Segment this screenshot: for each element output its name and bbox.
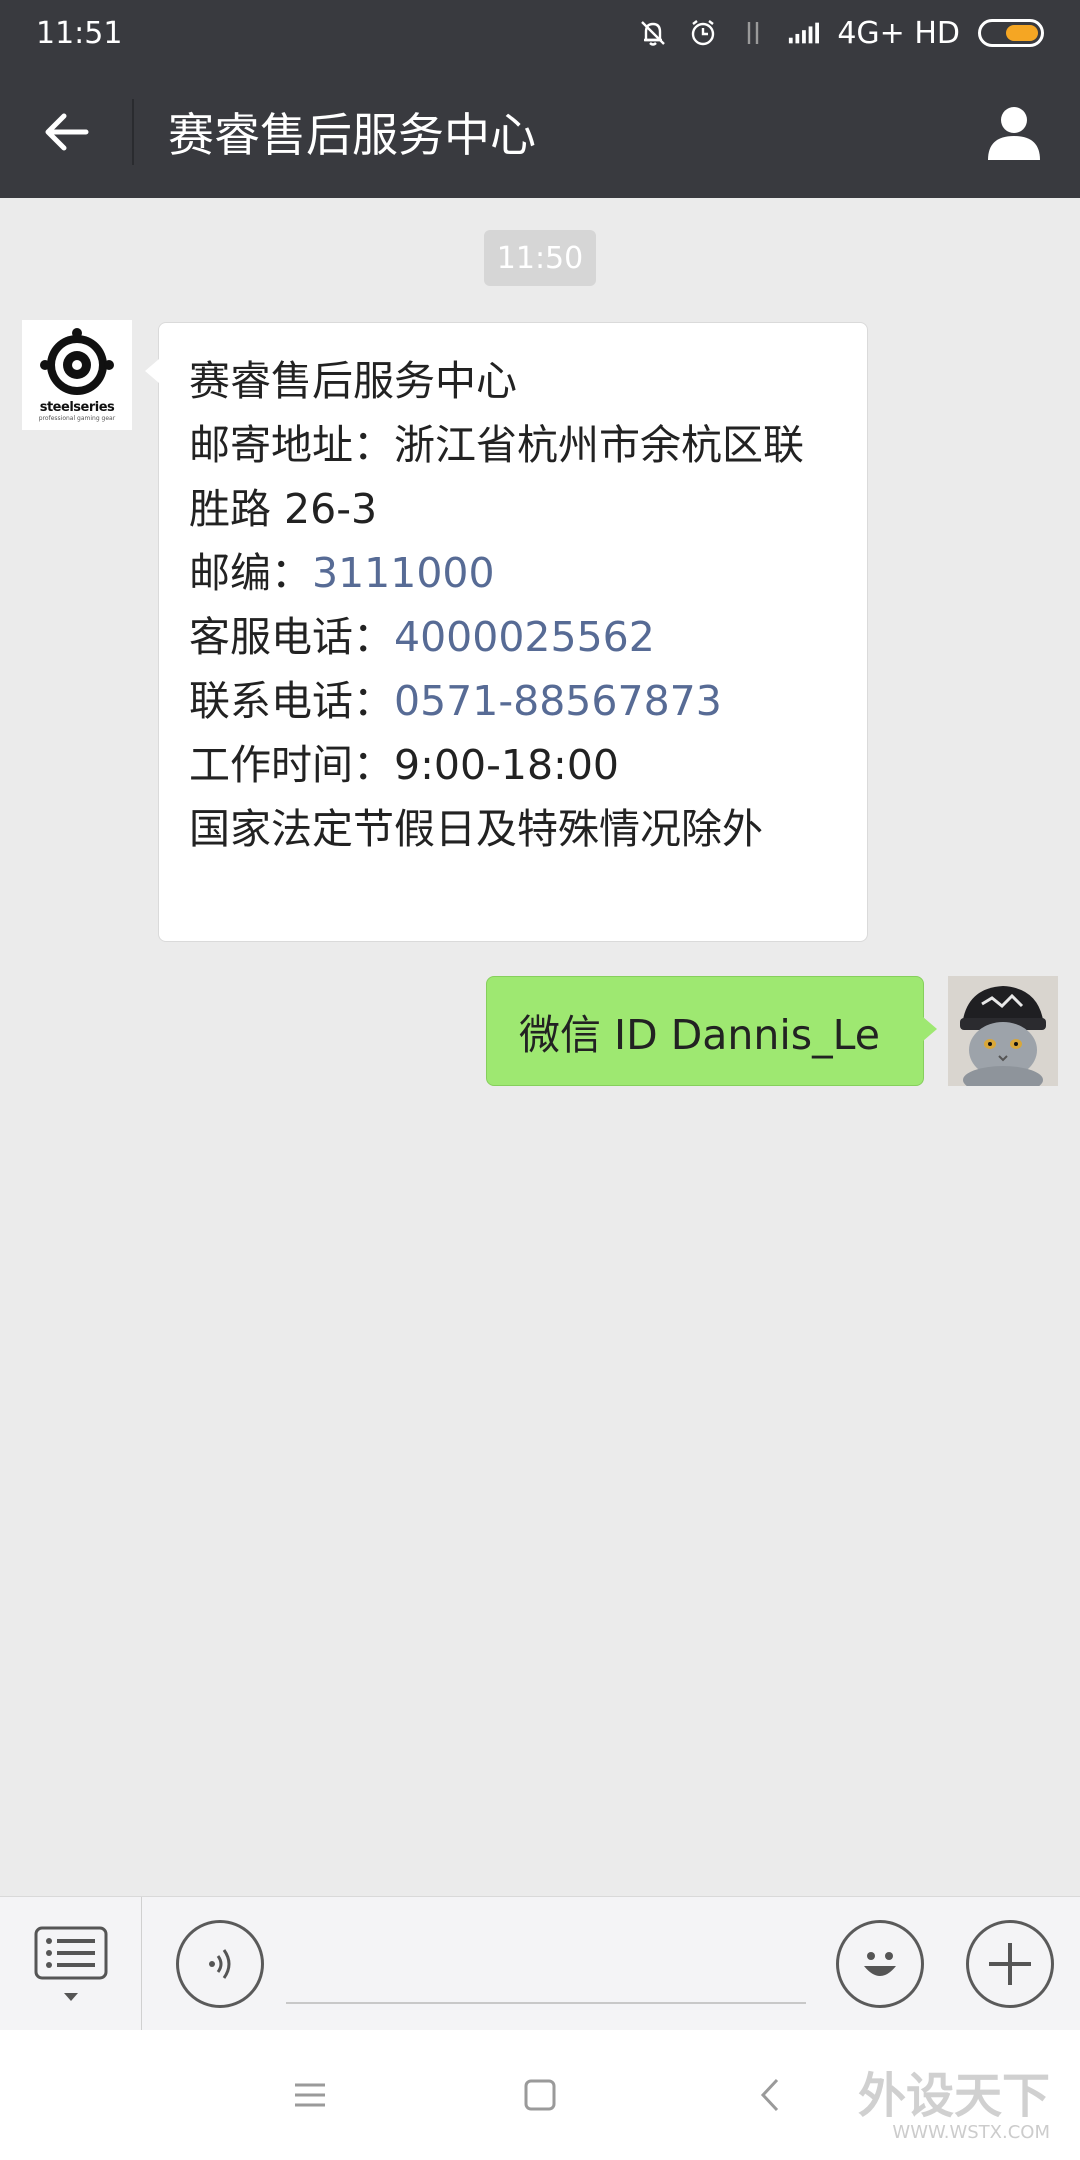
voice-button[interactable] (176, 1919, 264, 2008)
status-bar: 11:51 4G+ HD (0, 0, 1080, 66)
emoji-button[interactable] (836, 1919, 924, 2008)
input-bar (0, 1896, 1080, 2031)
message-timestamp: 11:50 (484, 230, 596, 286)
battery-icon (978, 19, 1044, 47)
chevron-down-icon (63, 1992, 78, 2001)
outgoing-message-bubble[interactable]: 微信 ID Dannis_Le (486, 976, 937, 1086)
message-line-address: 邮寄地址：浙江省杭州市余杭区联胜路 26-3 (189, 421, 804, 533)
back-button[interactable] (0, 66, 132, 198)
chat-area[interactable]: 11:50 steelseries professional gaming ge… (0, 198, 1080, 1896)
message-line-contact-phone: 联系电话：0571-88567873 (189, 677, 722, 725)
message-input[interactable] (286, 1919, 806, 2008)
home-button[interactable] (425, 2030, 655, 2160)
service-phone-link[interactable]: 4000025562 (394, 613, 655, 661)
recent-apps-button[interactable] (195, 2030, 425, 2160)
plus-icon (989, 1942, 1031, 1985)
menu-toggle-button[interactable] (0, 1896, 142, 2031)
nav-back-button[interactable] (655, 2030, 885, 2160)
alarm-icon (687, 17, 719, 49)
person-icon (988, 107, 1040, 160)
mute-bell-icon (637, 17, 669, 49)
steelseries-logo-icon (40, 328, 114, 395)
user-avatar[interactable] (948, 976, 1058, 1086)
status-time: 11:51 (36, 15, 123, 51)
back-icon (760, 2078, 779, 2112)
brand-subtext: professional gaming gear (38, 415, 116, 422)
message-line-name: 赛睿售后服务中心 (189, 357, 517, 405)
watermark-sub: WWW.WSTX.COM (892, 2122, 1050, 2143)
message-input-wrapper (286, 1919, 806, 2008)
home-icon (524, 2079, 556, 2111)
title-bar: 赛睿售后服务中心 (0, 66, 1080, 198)
watermark: 外设天下 (857, 2068, 1050, 2124)
menu-icon (295, 2083, 325, 2107)
profile-button[interactable] (948, 66, 1080, 198)
outgoing-message-text: 微信 ID Dannis_Le (519, 1011, 880, 1059)
zip-link[interactable]: 3111000 (312, 549, 495, 597)
emoji-icon (864, 1951, 896, 1976)
message-line-service-phone: 客服电话：4000025562 (189, 613, 655, 661)
message-line-zip: 邮编：3111000 (189, 549, 495, 597)
network-label: 4G+ HD (837, 15, 960, 51)
voice-icon (209, 1948, 231, 1979)
back-arrow-icon (45, 113, 89, 151)
status-icons: 4G+ HD (637, 16, 1044, 51)
sender-avatar[interactable]: steelseries professional gaming gear (22, 320, 132, 430)
message-line-note: 国家法定节假日及特殊情况除外 (189, 805, 763, 853)
data-arrows-icon (737, 17, 769, 49)
page-title: 赛睿售后服务中心 (168, 108, 536, 162)
contact-phone-link[interactable]: 0571-88567873 (394, 677, 722, 725)
title-divider (132, 99, 134, 165)
cat-avatar-icon (948, 976, 1058, 1086)
signal-icon (787, 17, 820, 49)
brand-text: steelseries (39, 400, 115, 415)
incoming-message-bubble[interactable]: 赛睿售后服务中心 邮寄地址：浙江省杭州市余杭区联胜路 26-3 邮编：31110… (145, 322, 868, 942)
menu-list-icon (34, 1926, 107, 1979)
more-button[interactable] (966, 1919, 1054, 2008)
message-line-hours: 工作时间：9:00-18:00 (189, 741, 620, 789)
